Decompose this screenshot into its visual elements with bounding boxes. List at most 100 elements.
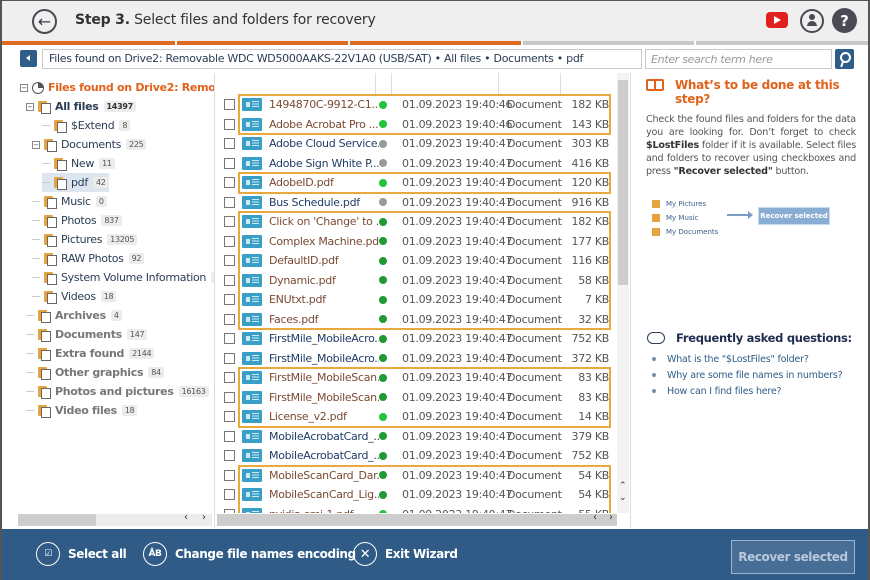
tree-item[interactable]: New 11 [42, 154, 115, 173]
path-back-button[interactable] [20, 50, 37, 67]
file-checkbox[interactable] [224, 469, 235, 481]
folder-checkbox-icon[interactable] [44, 290, 57, 304]
file-row[interactable]: MobileScanCard_Lig... 01.09.2023 19:40:47… [217, 485, 617, 505]
scroll-left-icon[interactable]: ‹ [593, 512, 597, 523]
file-row[interactable]: License_v2.pdf 01.09.2023 19:40:47 Documen… [217, 407, 617, 427]
file-row[interactable]: MobileScanCard_Dar... 01.09.2023 19:40:47… [217, 466, 617, 486]
tree-item[interactable]: Documents 147 [26, 325, 148, 344]
file-row[interactable]: Adobe Cloud Service... 01.09.2023 19:40:4… [217, 134, 617, 154]
faq-link[interactable]: What is the "$LostFiles" folder? [652, 351, 842, 367]
tree-item[interactable]: RAW Photos 92 [32, 249, 145, 268]
file-checkbox[interactable] [224, 372, 235, 384]
file-row[interactable]: ENUtxt.pdf 01.09.2023 19:40:47 Document 7 K… [217, 290, 617, 310]
file-row[interactable]: FirstMile_MobileScan... 01.09.2023 19:40:… [217, 388, 617, 408]
file-checkbox[interactable] [224, 294, 235, 306]
change-encoding-button[interactable]: ÅB Change file names encoding [143, 542, 356, 566]
scroll-right-icon[interactable]: › [609, 512, 613, 523]
scroll-thumb[interactable] [18, 514, 96, 526]
file-checkbox[interactable] [224, 255, 235, 267]
youtube-icon[interactable] [766, 12, 788, 28]
file-checkbox[interactable] [224, 352, 235, 364]
file-checkbox[interactable] [224, 138, 235, 150]
file-checkbox[interactable] [224, 430, 235, 442]
tree-item[interactable]: Archives 4 [26, 306, 122, 325]
scroll-thumb[interactable] [618, 80, 628, 285]
tree-item[interactable]: Videos 18 [32, 287, 117, 306]
file-checkbox[interactable] [224, 99, 235, 111]
file-row[interactable]: FirstMile_MobileAcro... 01.09.2023 19:40:… [217, 329, 617, 349]
tree-horizontal-scrollbar[interactable]: ‹ › [18, 512, 212, 526]
faq-link[interactable]: Why are some file names in numbers? [652, 367, 843, 383]
file-checkbox[interactable] [224, 313, 235, 325]
tree-item[interactable]: Video files 18 [26, 401, 138, 420]
file-row[interactable]: Complex Machine.pdf 01.09.2023 19:40:47 Do… [217, 232, 617, 252]
scroll-up-icon[interactable]: ⌃ [619, 481, 627, 491]
folder-checkbox-icon[interactable] [44, 214, 57, 228]
file-checkbox[interactable] [224, 274, 235, 286]
file-checkbox[interactable] [224, 391, 235, 403]
file-checkbox[interactable] [224, 508, 235, 513]
scroll-right-icon[interactable]: › [202, 512, 206, 523]
collapse-icon[interactable]: − [20, 83, 28, 92]
folder-checkbox-icon[interactable] [38, 366, 51, 380]
file-row[interactable]: Bus Schedule.pdf 01.09.2023 19:40:47 Docum… [217, 193, 617, 213]
folder-checkbox-icon[interactable] [38, 385, 51, 399]
folder-checkbox-icon[interactable] [44, 252, 57, 266]
folder-checkbox-icon[interactable] [54, 157, 67, 171]
folder-checkbox-icon[interactable] [54, 176, 67, 190]
scroll-left-icon[interactable]: ‹ [184, 512, 188, 523]
search-input[interactable] [645, 49, 832, 69]
folder-checkbox-icon[interactable] [38, 328, 51, 342]
file-row[interactable]: Faces.pdf 01.09.2023 19:40:47 Document 32 K… [217, 310, 617, 330]
folder-checkbox-icon[interactable] [44, 195, 57, 209]
file-checkbox[interactable] [224, 333, 235, 345]
file-row[interactable]: 1494870C-9912-C1... 01.09.2023 19:40:46 Do… [217, 95, 617, 115]
tree-item[interactable]: Photos 837 [32, 211, 122, 230]
tree-item[interactable]: − All files 14397 [26, 97, 136, 116]
tree-item[interactable]: System Volume Information2 [32, 268, 214, 287]
file-checkbox[interactable] [224, 196, 235, 208]
tree-item[interactable]: Other graphics 84 [26, 363, 164, 382]
file-row[interactable]: nvidia-smi-1.pdf 01.09.2023 19:40:47Docum… [217, 505, 617, 513]
tree-item[interactable]: Music 0 [32, 192, 107, 211]
file-row[interactable]: AdobeID.pdf 01.09.2023 19:40:47 Document 12… [217, 173, 617, 193]
user-icon[interactable] [800, 9, 824, 33]
file-row[interactable]: FirstMile_MobileScan... 01.09.2023 19:40:… [217, 368, 617, 388]
file-checkbox[interactable] [224, 235, 235, 247]
tree-item[interactable]: $Extend 8 [42, 116, 131, 135]
file-row[interactable]: Adobe Sign White P... 01.09.2023 19:40:47… [217, 154, 617, 174]
file-checkbox[interactable] [224, 411, 235, 423]
folder-checkbox-icon[interactable] [44, 233, 57, 247]
scroll-down-icon[interactable]: ⌄ [619, 493, 627, 503]
folder-checkbox-icon[interactable] [54, 119, 67, 133]
folder-checkbox-icon[interactable] [38, 404, 51, 418]
file-row[interactable]: MobileAcrobatCard_... 01.09.2023 19:40:47… [217, 427, 617, 447]
folder-checkbox-icon[interactable] [38, 347, 51, 361]
file-row[interactable]: FirstMile_MobileAcro... 01.09.2023 19:40:… [217, 349, 617, 369]
file-checkbox[interactable] [224, 118, 235, 130]
breadcrumb[interactable]: Files found on Drive2: Removable WDC WD5… [42, 49, 642, 69]
file-row[interactable]: DefaultID.pdf 01.09.2023 19:40:47 Document… [217, 251, 617, 271]
back-button[interactable]: ← [32, 9, 57, 34]
tree-item[interactable]: − Documents 225 [32, 135, 147, 154]
collapse-icon[interactable]: − [26, 102, 34, 111]
folder-checkbox-icon[interactable] [38, 309, 51, 323]
file-checkbox[interactable] [224, 450, 235, 462]
tree-root[interactable]: − Files found on Drive2: Removab [20, 78, 214, 97]
file-checkbox[interactable] [224, 216, 235, 228]
file-row[interactable]: Dynamic.pdf 01.09.2023 19:40:47 Document 58… [217, 271, 617, 291]
help-icon[interactable]: ? [832, 8, 857, 33]
tree-item[interactable]: Pictures 13205 [32, 230, 138, 249]
file-checkbox[interactable] [224, 177, 235, 189]
file-list-vertical-scrollbar[interactable]: ⌃ ⌄ [617, 73, 629, 513]
file-row[interactable]: MobileAcrobatCard_... 01.09.2023 19:40:47… [217, 446, 617, 466]
file-row[interactable]: Adobe Acrobat Pro ... 01.09.2023 19:40:46… [217, 115, 617, 135]
collapse-icon[interactable]: − [32, 140, 40, 149]
tree-item[interactable]: Extra found 2144 [26, 344, 155, 363]
faq-link[interactable]: How can I find files here? [652, 383, 842, 399]
file-row[interactable]: Click on 'Change' to ... 01.09.2023 19:40… [217, 212, 617, 232]
select-all-button[interactable]: ☑ Select all [36, 542, 127, 566]
folder-checkbox-icon[interactable] [44, 138, 57, 152]
file-list-horizontal-scrollbar[interactable]: ‹ › [217, 512, 617, 526]
search-button[interactable] [835, 49, 854, 69]
